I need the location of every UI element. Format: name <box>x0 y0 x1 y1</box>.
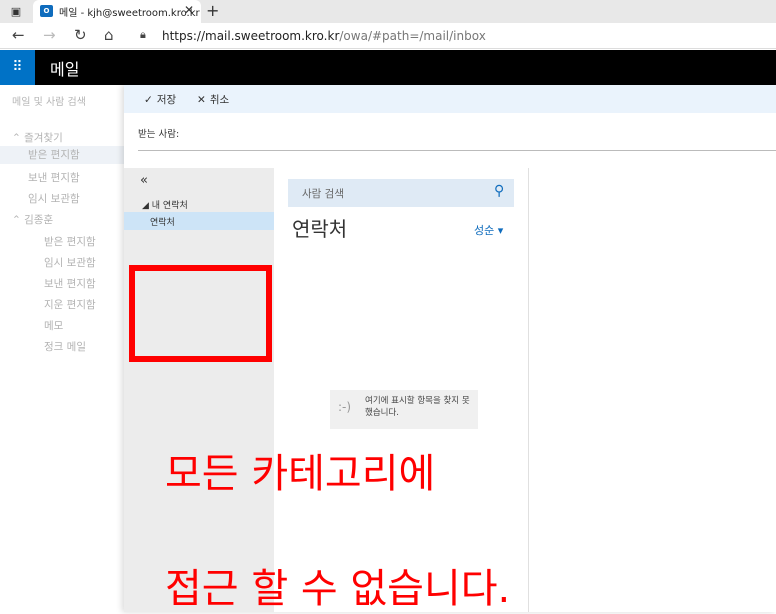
new-tab-icon[interactable]: + <box>206 1 219 20</box>
folder-inbox[interactable]: 받은 편지함 <box>44 234 96 249</box>
app-launcher-icon[interactable]: ⠿ <box>0 50 35 85</box>
my-contacts-node[interactable]: ◢ 내 연락처 <box>142 198 188 211</box>
contacts-title: 연락처 <box>292 217 348 241</box>
mail-people-search[interactable]: 메일 및 사람 검색 <box>12 93 86 108</box>
folder-junk[interactable]: 정크 메일 <box>44 339 86 354</box>
empty-state: :-) 여기에 표시할 항목을 찾지 못했습니다. <box>330 390 478 429</box>
emoticon-icon: :-) <box>338 400 352 414</box>
browser-navbar: ← → ↻ ⌂ 🔒︎ https://mail.sweetroom.kro.kr… <box>0 23 776 49</box>
tab-title: 메일 - kjh@sweetroom.kro.kr <box>59 8 200 19</box>
lock-icon: 🔒︎ <box>140 28 146 41</box>
sort-dropdown[interactable]: 성순 ▾ <box>474 222 503 238</box>
people-search-placeholder: 사람 검색 <box>302 188 344 200</box>
compose-panel: ✓ 저장 ✕ 취소 받는 사람: « ◢ 내 연락처 연락처 사람 검색 ⚲ 연락처… <box>124 85 776 612</box>
folder-drafts[interactable]: 임시 보관함 <box>44 255 96 270</box>
browser-tab-strip: ▣ O 메일 - kjh@sweetroom.kro.kr ✕ + <box>0 0 776 23</box>
home-icon[interactable]: ⌂ <box>104 26 114 44</box>
url-text: https://mail.sweetroom.kro.kr/owa/#path=… <box>162 29 486 43</box>
to-field-label: 받는 사람: <box>138 129 180 140</box>
people-search-input[interactable]: 사람 검색 ⚲ <box>288 179 514 207</box>
contacts-list-pane: 사람 검색 ⚲ 연락처 성순 ▾ :-) 여기에 표시할 항목을 찾지 못했습니… <box>274 168 528 612</box>
folder-deleted[interactable]: 지운 편지함 <box>44 297 96 312</box>
cancel-button[interactable]: ✕ 취소 <box>197 92 229 107</box>
browser-tab[interactable]: O 메일 - kjh@sweetroom.kro.kr ✕ <box>33 0 201 23</box>
contacts-folder-pane: « ◢ 내 연락처 연락처 <box>124 168 274 612</box>
folder-sent[interactable]: 보낸 편지함 <box>44 276 96 291</box>
empty-state-message: 여기에 표시할 항목을 찾지 못했습니다. <box>365 396 470 418</box>
checkmark-icon: ✓ <box>144 94 153 106</box>
address-bar[interactable]: 🔒︎ https://mail.sweetroom.kro.kr/owa/#pa… <box>130 25 776 47</box>
folder-pane: 메일 및 사람 검색 ⌃ 즐겨찾기 받은 편지함 보낸 편지함 임시 보관함 ⌃… <box>0 85 124 612</box>
folder-notes[interactable]: 메모 <box>44 318 63 333</box>
command-bar: ✓ 저장 ✕ 취소 <box>124 85 776 113</box>
annotation-highlight-box <box>129 265 272 362</box>
save-button[interactable]: ✓ 저장 <box>144 92 176 107</box>
tab-actions-icon[interactable]: ▣ <box>8 4 24 20</box>
close-icon: ✕ <box>197 94 206 106</box>
refresh-icon[interactable]: ↻ <box>74 26 87 44</box>
pane-divider <box>528 168 529 612</box>
account-header[interactable]: ⌃ 김종훈 <box>12 212 53 227</box>
folder-favorite-drafts[interactable]: 임시 보관함 <box>28 191 80 206</box>
search-icon[interactable]: ⚲ <box>494 183 504 199</box>
to-field[interactable] <box>138 150 776 151</box>
owa-header: ⠿ 메일 <box>0 50 776 85</box>
tab-close-icon[interactable]: ✕ <box>184 3 194 17</box>
forward-arrow-icon[interactable]: → <box>43 26 56 44</box>
folder-favorite-sent[interactable]: 보낸 편지함 <box>28 170 80 185</box>
contacts-folder-item[interactable]: 연락처 <box>124 212 274 230</box>
outlook-favicon-icon: O <box>40 5 53 17</box>
folder-favorite-inbox[interactable]: 받은 편지함 <box>0 146 124 164</box>
annotation-line-2: 접근 할 수 없습니다. <box>165 566 511 612</box>
annotation-line-1: 모든 카테고리에 <box>165 451 436 497</box>
collapse-chevron-icon[interactable]: « <box>140 173 148 188</box>
app-name: 메일 <box>50 60 80 79</box>
favorites-header[interactable]: ⌃ 즐겨찾기 <box>12 130 63 145</box>
back-arrow-icon[interactable]: ← <box>12 26 25 44</box>
